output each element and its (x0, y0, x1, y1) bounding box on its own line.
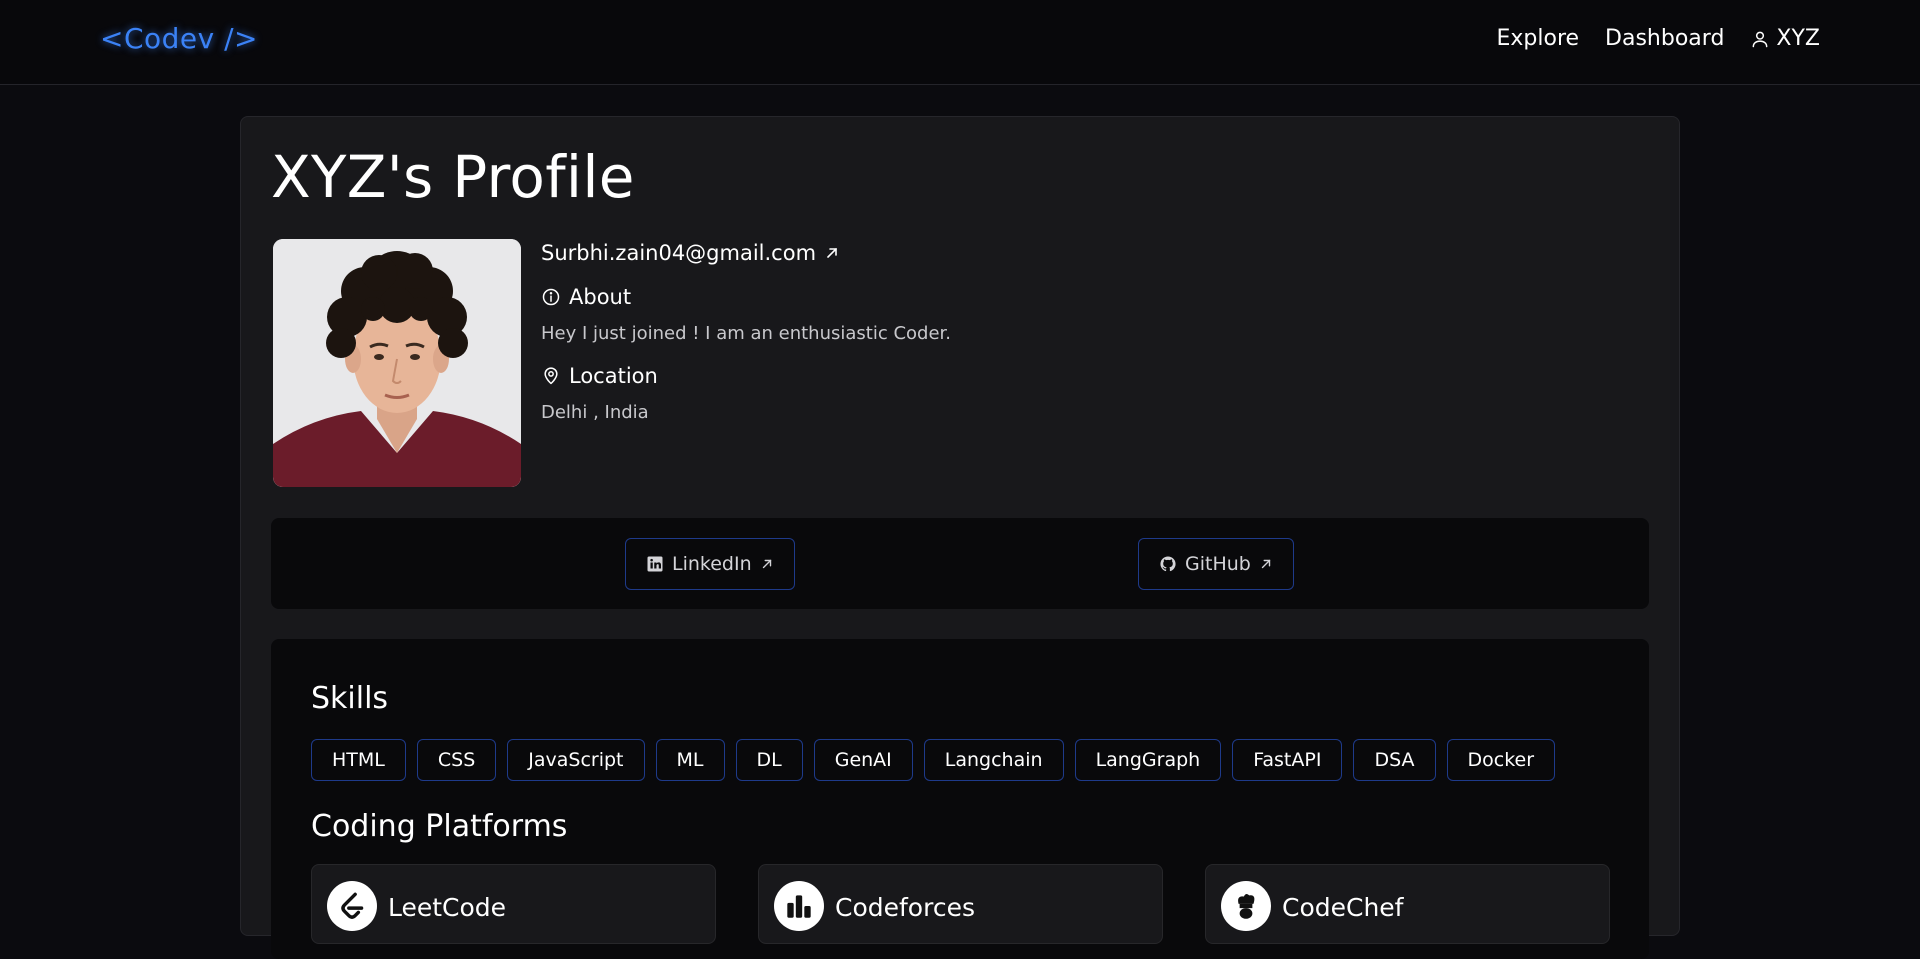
nav-user-link[interactable]: XYZ (1750, 26, 1820, 51)
nav-dashboard-link[interactable]: Dashboard (1605, 26, 1724, 51)
map-pin-icon (544, 367, 558, 385)
platforms-heading: Coding Platforms (311, 809, 568, 844)
avatar (273, 239, 521, 487)
skills-heading: Skills (311, 681, 389, 716)
nav-explore-link[interactable]: Explore (1496, 26, 1579, 51)
about-heading-label: About (569, 285, 632, 309)
skill-chip: LangGraph (1074, 739, 1222, 781)
location-text: Delhi , India (541, 402, 649, 423)
skill-chip: ML (655, 739, 725, 781)
skill-chip: Docker (1446, 739, 1556, 781)
location-heading: Location (541, 364, 951, 388)
profile-info: Surbhi.zain04@gmail.com About Hey I just… (541, 241, 951, 423)
codeforces-icon (774, 881, 824, 931)
codechef-icon (1221, 881, 1271, 931)
leetcode-icon (327, 881, 377, 931)
email-text: Surbhi.zain04@gmail.com (541, 241, 817, 265)
skill-chip: HTML (311, 739, 406, 781)
linkedin-label: LinkedIn (672, 553, 752, 575)
github-icon (1160, 556, 1176, 572)
github-label: GitHub (1185, 553, 1251, 575)
external-link-icon (762, 559, 771, 569)
platform-cards: LeetCode Codeforces CodeChef (311, 864, 1610, 944)
linkedin-button[interactable]: LinkedIn (625, 538, 795, 590)
skill-chip: FastAPI (1232, 739, 1343, 781)
email-link[interactable]: Surbhi.zain04@gmail.com (541, 241, 951, 265)
external-link-icon (827, 248, 837, 258)
nav-user-label: XYZ (1776, 26, 1820, 51)
navbar: <Codev /> Explore Dashboard XYZ (0, 0, 1920, 85)
location-heading-label: Location (569, 364, 658, 388)
external-link-icon (1261, 559, 1271, 569)
skill-chip: GenAI (813, 739, 913, 781)
social-links-bar: LinkedIn GitHub (271, 518, 1649, 609)
skill-chip: DL (735, 739, 803, 781)
skills-panel: Skills HTML CSS JavaScript ML DL GenAI L… (271, 639, 1649, 959)
linkedin-icon (647, 556, 663, 572)
platform-name: CodeChef (1282, 893, 1404, 922)
skill-list: HTML CSS JavaScript ML DL GenAI Langchai… (311, 739, 1556, 781)
about-heading: About (541, 285, 951, 309)
skill-chip: DSA (1353, 739, 1436, 781)
github-button[interactable]: GitHub (1138, 538, 1294, 590)
skill-chip: Langchain (923, 739, 1064, 781)
platform-card-leetcode[interactable]: LeetCode (311, 864, 716, 944)
skill-chip: CSS (416, 739, 497, 781)
nav-links: Explore Dashboard XYZ (1496, 26, 1820, 51)
info-icon (542, 288, 560, 306)
platform-card-codeforces[interactable]: Codeforces (758, 864, 1163, 944)
about-text: Hey I just joined ! I am an enthusiastic… (541, 323, 952, 344)
profile-card: XYZ's Profile Surbhi.zain04@gmail.com Ab… (240, 116, 1680, 959)
platform-name: LeetCode (388, 893, 507, 922)
page-title: XYZ's Profile (271, 143, 635, 211)
brand-logo[interactable]: <Codev /> (100, 22, 258, 55)
skill-chip: JavaScript (507, 739, 645, 781)
nav-explore-label: Explore (1496, 26, 1580, 51)
avatar-photo (273, 239, 521, 487)
user-icon (1752, 31, 1768, 47)
nav-dashboard-label: Dashboard (1605, 26, 1725, 51)
platform-name: Codeforces (835, 893, 975, 922)
platform-card-codechef[interactable]: CodeChef (1205, 864, 1610, 944)
